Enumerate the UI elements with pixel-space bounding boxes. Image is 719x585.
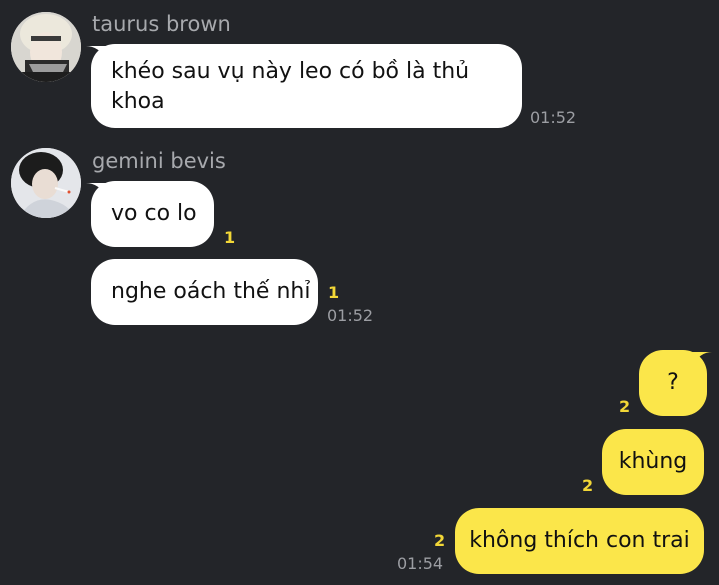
avatar-image (11, 148, 81, 218)
message-text: vo co lo (111, 201, 197, 226)
avatar-image (11, 12, 81, 82)
message-text: ? (667, 370, 679, 395)
unread-count: 2 (434, 531, 446, 550)
message-text: khùng (618, 449, 688, 474)
unread-count: 2 (619, 397, 631, 416)
message-time: 01:52 (530, 108, 577, 127)
message-text: không thích con trai (469, 528, 690, 553)
message-bubble[interactable]: vo co lo (91, 181, 214, 247)
avatar-taurus-brown[interactable] (11, 12, 81, 82)
message-time: 01:54 (397, 554, 444, 573)
message-text: khéo sau vụ này leo có bồ là thủ khoa (111, 59, 470, 114)
bubble-tail (692, 352, 712, 366)
message-bubble[interactable]: khùng (602, 429, 704, 495)
message-bubble[interactable]: không thích con trai (455, 508, 704, 574)
message-time: 01:52 (327, 306, 374, 325)
bubble-tail (86, 183, 108, 197)
avatar-gemini-bevis[interactable] (11, 148, 81, 218)
sender-name: taurus brown (92, 12, 231, 36)
unread-count: 1 (224, 228, 236, 247)
unread-count: 1 (328, 283, 340, 302)
message-bubble[interactable]: nghe oách thế nhỉ (91, 259, 318, 325)
message-text: nghe oách thế nhỉ (111, 279, 311, 304)
message-bubble[interactable]: khéo sau vụ này leo có bồ là thủ khoa (91, 44, 522, 128)
unread-count: 2 (582, 476, 594, 495)
sender-name: gemini bevis (92, 149, 226, 173)
bubble-tail (86, 46, 108, 60)
